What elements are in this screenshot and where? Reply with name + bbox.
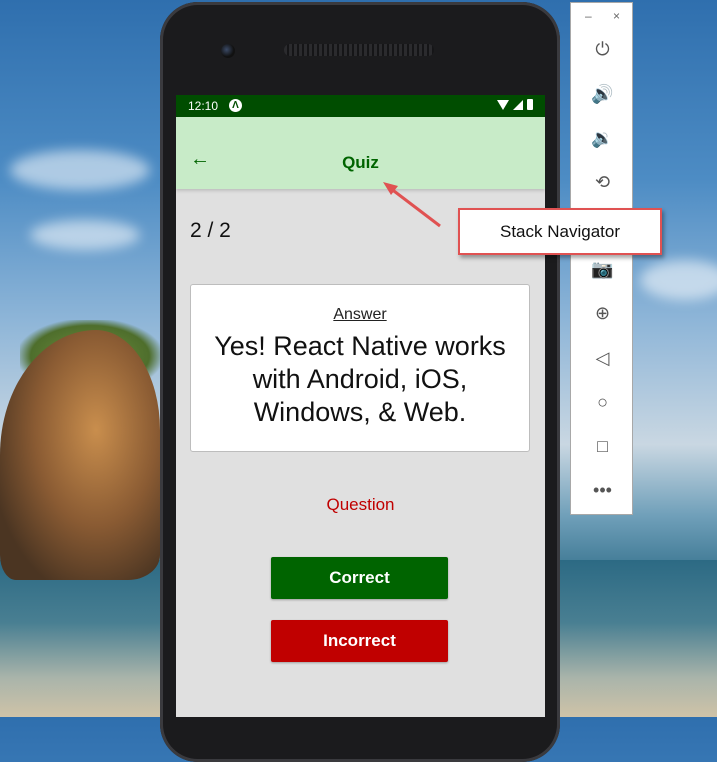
phone-screen: 12:10 Λ ← Quiz 2 / 2 Answer Yes! React N…	[176, 95, 545, 717]
page-title: Quiz	[342, 153, 379, 172]
expo-icon: Λ	[229, 99, 242, 112]
rotate-icon[interactable]: ⟲	[571, 172, 634, 193]
more-icon[interactable]: •••	[571, 480, 634, 501]
battery-icon	[527, 99, 533, 110]
correct-button[interactable]: Correct	[271, 557, 448, 599]
volume-up-icon[interactable]: 🔊	[571, 84, 634, 105]
minimize-button[interactable]: –	[585, 9, 592, 23]
flashcard: Answer Yes! React Native works with Andr…	[190, 284, 530, 452]
front-camera-icon	[221, 44, 235, 58]
volume-down-icon[interactable]: 🔉	[571, 128, 634, 149]
system-icons	[497, 99, 533, 110]
card-text: Yes! React Native works with Android, iO…	[214, 331, 506, 427]
zoom-icon[interactable]: ⊕	[571, 303, 634, 324]
wifi-icon	[497, 99, 509, 110]
toggle-question-link[interactable]: Question	[176, 495, 545, 515]
speaker-grille	[284, 44, 434, 56]
camera-icon[interactable]: 📷	[571, 259, 634, 280]
stack-navigator-callout: Stack Navigator	[458, 208, 662, 255]
close-button[interactable]: ×	[613, 9, 620, 23]
signal-icon	[513, 99, 523, 110]
back-icon[interactable]: ◁	[571, 348, 634, 369]
incorrect-button[interactable]: Incorrect	[271, 620, 448, 662]
status-time: 12:10	[188, 99, 219, 113]
question-counter: 2 / 2	[190, 219, 231, 242]
app-header: ← Quiz	[176, 117, 545, 189]
power-icon[interactable]: ⏻	[571, 39, 634, 60]
status-bar: 12:10 Λ	[176, 95, 545, 117]
card-label: Answer	[333, 306, 387, 323]
home-icon[interactable]: ○	[571, 392, 634, 413]
overview-icon[interactable]: □	[571, 436, 634, 457]
emulator-toolbar: – × ⏻ 🔊 🔉 ⟲ 📷 ⊕ ◁ ○ □ •••	[570, 2, 633, 515]
